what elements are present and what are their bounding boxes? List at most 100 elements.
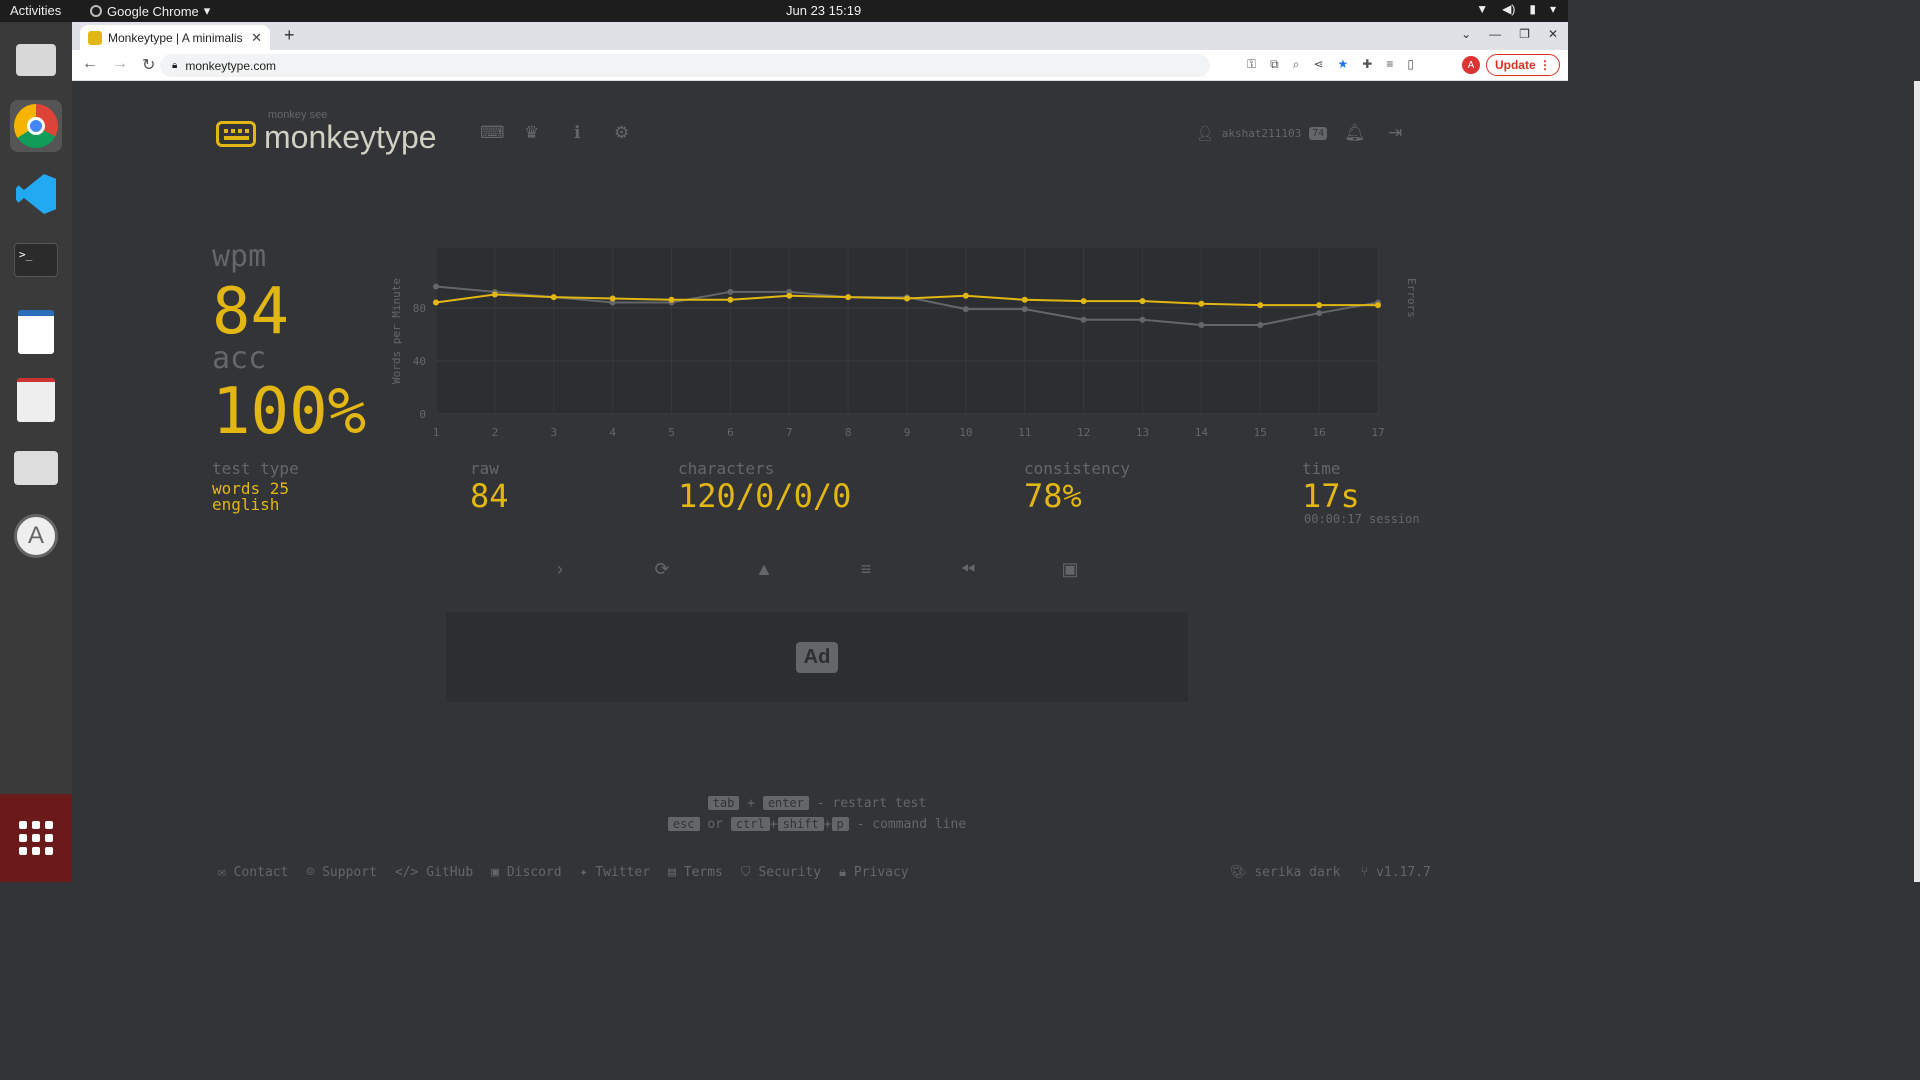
words-history-icon[interactable]: ≡ (856, 559, 876, 580)
data-point-raw (1257, 322, 1264, 329)
footer-privacy[interactable]: 🔒︎ Privacy (839, 865, 909, 880)
data-point-wpm (786, 292, 793, 299)
vscode-icon[interactable] (10, 168, 62, 220)
data-point-wpm (845, 294, 852, 301)
system-tray[interactable]: ▼ ◀) ▮ ▾ (1476, 2, 1556, 16)
update-button[interactable]: Update ⋮ (1486, 54, 1560, 76)
warning-icon[interactable]: ▲ (754, 559, 774, 580)
reload-icon[interactable]: ↻ (142, 55, 155, 75)
monkeytype-favicon (88, 30, 102, 45)
writer-icon[interactable] (10, 306, 62, 358)
footer-github[interactable]: </> GitHub (395, 865, 473, 880)
terminal-icon[interactable]: >_ (10, 234, 62, 286)
x-tick-label: 5 (668, 426, 675, 439)
minimize-icon[interactable]: — (1489, 27, 1501, 41)
or-text: or (707, 817, 723, 832)
chevron-down-icon: ▾ (1549, 2, 1556, 16)
app-menu[interactable]: Google Chrome ▾ (90, 3, 210, 19)
footer-discord[interactable]: ▣ Discord (491, 865, 561, 880)
window-controls: ⌄ — ❐ ✕ (1461, 27, 1558, 41)
x-tick-label: 11 (1018, 426, 1031, 439)
info-icon[interactable]: ℹ (574, 123, 580, 143)
bell-icon[interactable]: 🔔︎ (1344, 123, 1366, 143)
keyboard-icon[interactable]: ⌨ (480, 123, 505, 143)
gear-icon[interactable]: ⚙ (614, 123, 629, 143)
side-panel-icon[interactable]: ▯ (1407, 57, 1414, 72)
forward-icon[interactable]: → (112, 55, 128, 75)
data-point-wpm (491, 291, 498, 298)
crown-icon[interactable]: ♛ (524, 123, 539, 143)
activities-button[interactable]: Activities (10, 3, 61, 18)
next-test-icon[interactable]: › (550, 559, 570, 580)
new-tab-button[interactable]: + (284, 25, 295, 46)
files-icon[interactable] (10, 34, 62, 86)
footer-security[interactable]: ⛉ Security (741, 865, 821, 880)
browser-tab[interactable]: Monkeytype | A minimalis ✕ (80, 25, 270, 50)
share-icon[interactable]: ⋖ (1313, 57, 1323, 72)
theme-button[interactable]: 🎨︎ serika dark (1230, 865, 1340, 880)
image-viewer-icon[interactable] (10, 442, 62, 494)
plus-sign: + (747, 796, 755, 811)
close-window-icon[interactable]: ✕ (1548, 27, 1558, 41)
restore-icon[interactable]: ❐ (1519, 27, 1530, 41)
monkeytype-page: monkey see monkeytype ⌨ ♛ ℹ ⚙ 👤︎ akshat2… (72, 81, 1562, 882)
software-center-icon[interactable]: A (10, 510, 62, 562)
test-type-label: test type (212, 459, 299, 478)
command-hint: esc or ctrl + shift + p - command line (72, 814, 1562, 835)
dock: >_ A (0, 22, 72, 882)
data-point-raw (433, 283, 439, 290)
x-tick-label: 9 (904, 426, 911, 439)
document-viewer-icon[interactable] (10, 374, 62, 426)
key-icon[interactable]: ⚿ (1247, 57, 1256, 72)
extensions-icon[interactable]: ✚ (1362, 57, 1372, 72)
key-esc: esc (667, 817, 700, 831)
page-scrollbar[interactable] (1914, 81, 1920, 882)
grid-icon (19, 821, 53, 855)
footer-contact[interactable]: ✉ Contact (218, 865, 288, 880)
raw-value: 84 (470, 477, 509, 515)
version-label: v1.17.7 (1376, 865, 1431, 880)
zoom-icon[interactable]: ⌕ (1293, 57, 1300, 72)
footer-twitter[interactable]: ✦ Twitter (580, 865, 650, 880)
result-actions: › ⟳ ▲ ≡ ⏪︎ ▣ (550, 559, 1080, 580)
data-point-wpm (433, 299, 439, 306)
chrome-icon (90, 5, 102, 17)
support-label: Support (322, 865, 377, 880)
clock[interactable]: Jun 23 15:19 (786, 3, 861, 18)
data-point-wpm (1375, 302, 1381, 309)
browser-toolbar: ← → ↻ 🔒︎ monkeytype.com ⚿ ⧉ ⌕ ⋖ ★ ✚ ≡ ▯ … (72, 50, 1568, 81)
ad-placeholder[interactable]: Ad (446, 612, 1188, 702)
consistency-label: consistency (1024, 459, 1130, 478)
footer-support[interactable]: ☺ Support (306, 865, 376, 880)
bookmark-star-icon[interactable]: ★ (1338, 57, 1349, 72)
logout-icon[interactable]: ⇥ (1388, 123, 1402, 143)
x-tick-label: 2 (492, 426, 499, 439)
nav-buttons: ← → ↻ (82, 55, 155, 75)
key-enter: enter (762, 796, 809, 810)
footer-terms[interactable]: ▤ Terms (668, 865, 723, 880)
ad-label: Ad (795, 641, 839, 673)
footer-links: ✉ Contact ☺ Support </> GitHub ▣ Discord… (218, 865, 909, 880)
address-bar[interactable]: 🔒︎ monkeytype.com (160, 54, 1210, 77)
back-icon[interactable]: ← (82, 55, 98, 75)
account-button[interactable]: 👤︎ akshat211103 74 (1196, 125, 1328, 142)
chrome-dock-icon[interactable] (10, 100, 62, 152)
logo[interactable]: monkey see monkeytype (216, 109, 437, 156)
footer-meta: 🎨︎ serika dark ⑂ v1.17.7 (1230, 865, 1431, 880)
open-external-icon[interactable]: ⧉ (1270, 57, 1279, 72)
close-icon[interactable]: ✕ (251, 30, 262, 46)
app-name: Google Chrome (107, 3, 199, 19)
version-button[interactable]: ⑂ v1.17.7 (1360, 865, 1430, 880)
brand-name: monkeytype (264, 119, 437, 155)
show-apps-button[interactable] (0, 794, 72, 882)
tab-search-icon[interactable]: ⌄ (1461, 27, 1471, 41)
replay-icon[interactable]: ⏪︎ (958, 559, 978, 580)
tagline: monkey see (268, 109, 328, 121)
screenshot-icon[interactable]: ▣ (1060, 559, 1080, 580)
reading-list-icon[interactable]: ≡ (1386, 57, 1393, 72)
data-point-raw (962, 306, 969, 313)
data-point-raw (727, 288, 734, 295)
profile-avatar[interactable]: A (1462, 56, 1480, 74)
user-icon: 👤︎ (1196, 125, 1214, 141)
restart-icon[interactable]: ⟳ (652, 559, 672, 580)
